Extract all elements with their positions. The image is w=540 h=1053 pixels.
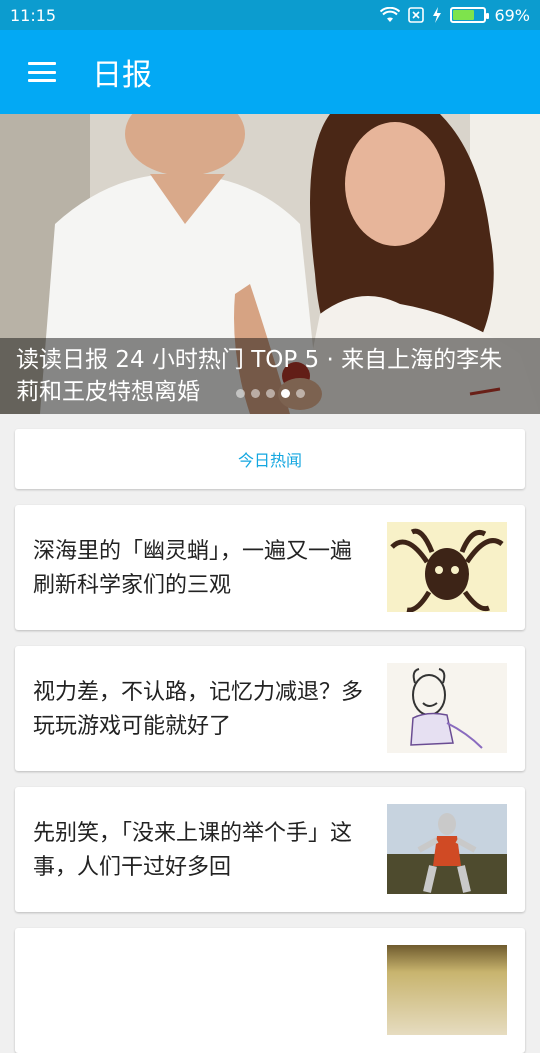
sketch-illustration-icon [387,663,507,753]
section-label: 今日热闻 [237,451,302,470]
section-header-today-news: 今日热闻 [15,429,525,489]
wifi-icon [380,7,401,22]
news-title: 视力差，不认路，记忆力减退？多玩玩游戏可能就好了 [33,680,364,739]
carousel-dot [296,389,305,398]
news-title: 深海里的「幽灵蛸」，一遍又一遍刷新科学家们的三观 [33,539,353,598]
news-card[interactable]: 先别笑，「没来上课的举个手」这事，人们干过好多回 [15,787,525,912]
status-time: 11:15 [10,5,57,25]
news-thumbnail [387,945,507,1035]
carousel-dot [236,389,245,398]
hamburger-menu-icon [28,62,56,82]
carousel-indicator [236,389,305,398]
news-thumbnail [387,663,507,753]
sim-card-icon [408,7,425,23]
news-title: 先别笑，「没来上课的举个手」这事，人们干过好多回 [33,821,353,880]
app-bar: 日报 [0,30,540,114]
news-thumbnail [387,522,507,612]
charging-bolt-icon [433,7,442,23]
ultraman-photo-icon [387,804,507,894]
status-bar: 11:15 69% [0,0,540,30]
carousel-dot [266,389,275,398]
carousel-dot [251,389,260,398]
hero-title: 读读日报 24 小时热门 TOP 5 · 来自上海的李朱莉和王皮特想离婚 [16,347,503,405]
news-card[interactable] [15,928,525,1053]
news-card[interactable]: 深海里的「幽灵蛸」，一遍又一遍刷新科学家们的三观 [15,505,525,630]
octopus-illustration-icon [387,522,507,612]
status-icons: 69% [380,6,530,25]
carousel-dot [281,389,290,398]
page-title: 日报 [92,58,152,93]
hero-banner[interactable]: 读读日报 24 小时热门 TOP 5 · 来自上海的李朱莉和王皮特想离婚 [0,114,540,414]
news-thumbnail [387,804,507,894]
menu-button[interactable] [0,30,84,114]
battery-icon [450,7,490,23]
battery-fill [453,10,475,20]
battery-percent: 69% [494,5,530,25]
news-card[interactable]: 视力差，不认路，记忆力减退？多玩玩游戏可能就好了 [15,646,525,771]
